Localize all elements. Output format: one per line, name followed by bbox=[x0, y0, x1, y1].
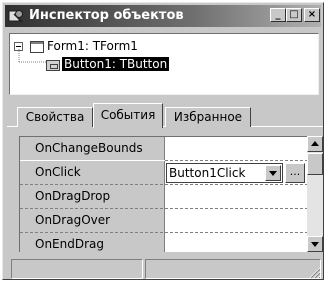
status-bar bbox=[7, 259, 321, 279]
ellipsis-button[interactable]: ... bbox=[285, 163, 305, 183]
grid-row[interactable]: OnClick Button1Click ... bbox=[20, 161, 307, 185]
button-icon bbox=[46, 60, 60, 71]
window-title: Инспектор объектов bbox=[29, 8, 184, 23]
ellipsis-label: ... bbox=[289, 165, 301, 178]
event-name: OnEndDrag bbox=[20, 233, 165, 252]
tab-label: События bbox=[100, 108, 156, 122]
minimize-button[interactable]: _ bbox=[270, 8, 286, 22]
event-name: OnDragDrop bbox=[20, 185, 165, 209]
grid-row[interactable]: OnDragDrop bbox=[20, 185, 307, 209]
tree-item-label: Button1: TButton bbox=[62, 57, 170, 71]
event-value-cell[interactable] bbox=[165, 233, 307, 252]
scroll-up-icon[interactable] bbox=[307, 136, 323, 152]
tree-item-button1[interactable]: Button1: TButton bbox=[46, 56, 246, 74]
close-button[interactable]: × bbox=[304, 8, 320, 22]
status-panel bbox=[11, 259, 143, 279]
event-value-cell[interactable] bbox=[165, 185, 307, 209]
scroll-down-icon[interactable] bbox=[307, 236, 323, 252]
object-inspector-window: Инспектор объектов _ □ × Form1: TForm1 B… bbox=[2, 2, 324, 280]
tab-properties[interactable]: Свойства bbox=[17, 107, 93, 127]
inspector-tabs: Свойства События Избранное bbox=[7, 103, 323, 128]
event-value-cell[interactable] bbox=[165, 137, 307, 161]
scroll-thumb[interactable] bbox=[307, 153, 323, 175]
tab-label: Свойства bbox=[25, 110, 85, 124]
event-handler-value: Button1Click bbox=[169, 166, 246, 180]
maximize-icon: □ bbox=[289, 9, 299, 20]
close-icon: × bbox=[307, 9, 317, 20]
event-handler-combo[interactable]: Button1Click bbox=[166, 163, 283, 183]
event-value-cell[interactable]: Button1Click ... bbox=[165, 161, 307, 185]
tree-connector bbox=[18, 49, 46, 63]
tab-events[interactable]: События bbox=[93, 103, 163, 128]
maximize-button[interactable]: □ bbox=[286, 8, 302, 22]
resize-grip-icon[interactable] bbox=[307, 265, 321, 279]
inspector-app-icon bbox=[8, 10, 23, 23]
event-value-cell[interactable] bbox=[165, 209, 307, 233]
grid-row[interactable]: OnDragOver bbox=[20, 209, 307, 233]
vertical-scrollbar[interactable] bbox=[307, 136, 323, 252]
component-tree[interactable]: Form1: TForm1 Button1: TButton bbox=[9, 33, 319, 95]
tab-label: Избранное bbox=[173, 110, 243, 124]
status-panel bbox=[145, 259, 321, 279]
dropdown-arrow-icon[interactable] bbox=[265, 165, 281, 181]
event-name: OnChangeBounds bbox=[20, 137, 165, 161]
minimize-icon: _ bbox=[275, 9, 281, 20]
title-bar[interactable]: Инспектор объектов _ □ × bbox=[5, 5, 321, 27]
tab-favorites[interactable]: Избранное bbox=[165, 107, 251, 127]
grid-row[interactable]: OnEndDrag bbox=[20, 233, 307, 252]
events-grid: OnChangeBounds OnClick Button1Click ... … bbox=[19, 136, 307, 252]
tree-item-label: Form1: TForm1 bbox=[47, 39, 138, 53]
grid-row[interactable]: OnChangeBounds bbox=[20, 137, 307, 161]
event-name: OnClick bbox=[20, 161, 165, 185]
event-name: OnDragOver bbox=[20, 209, 165, 233]
